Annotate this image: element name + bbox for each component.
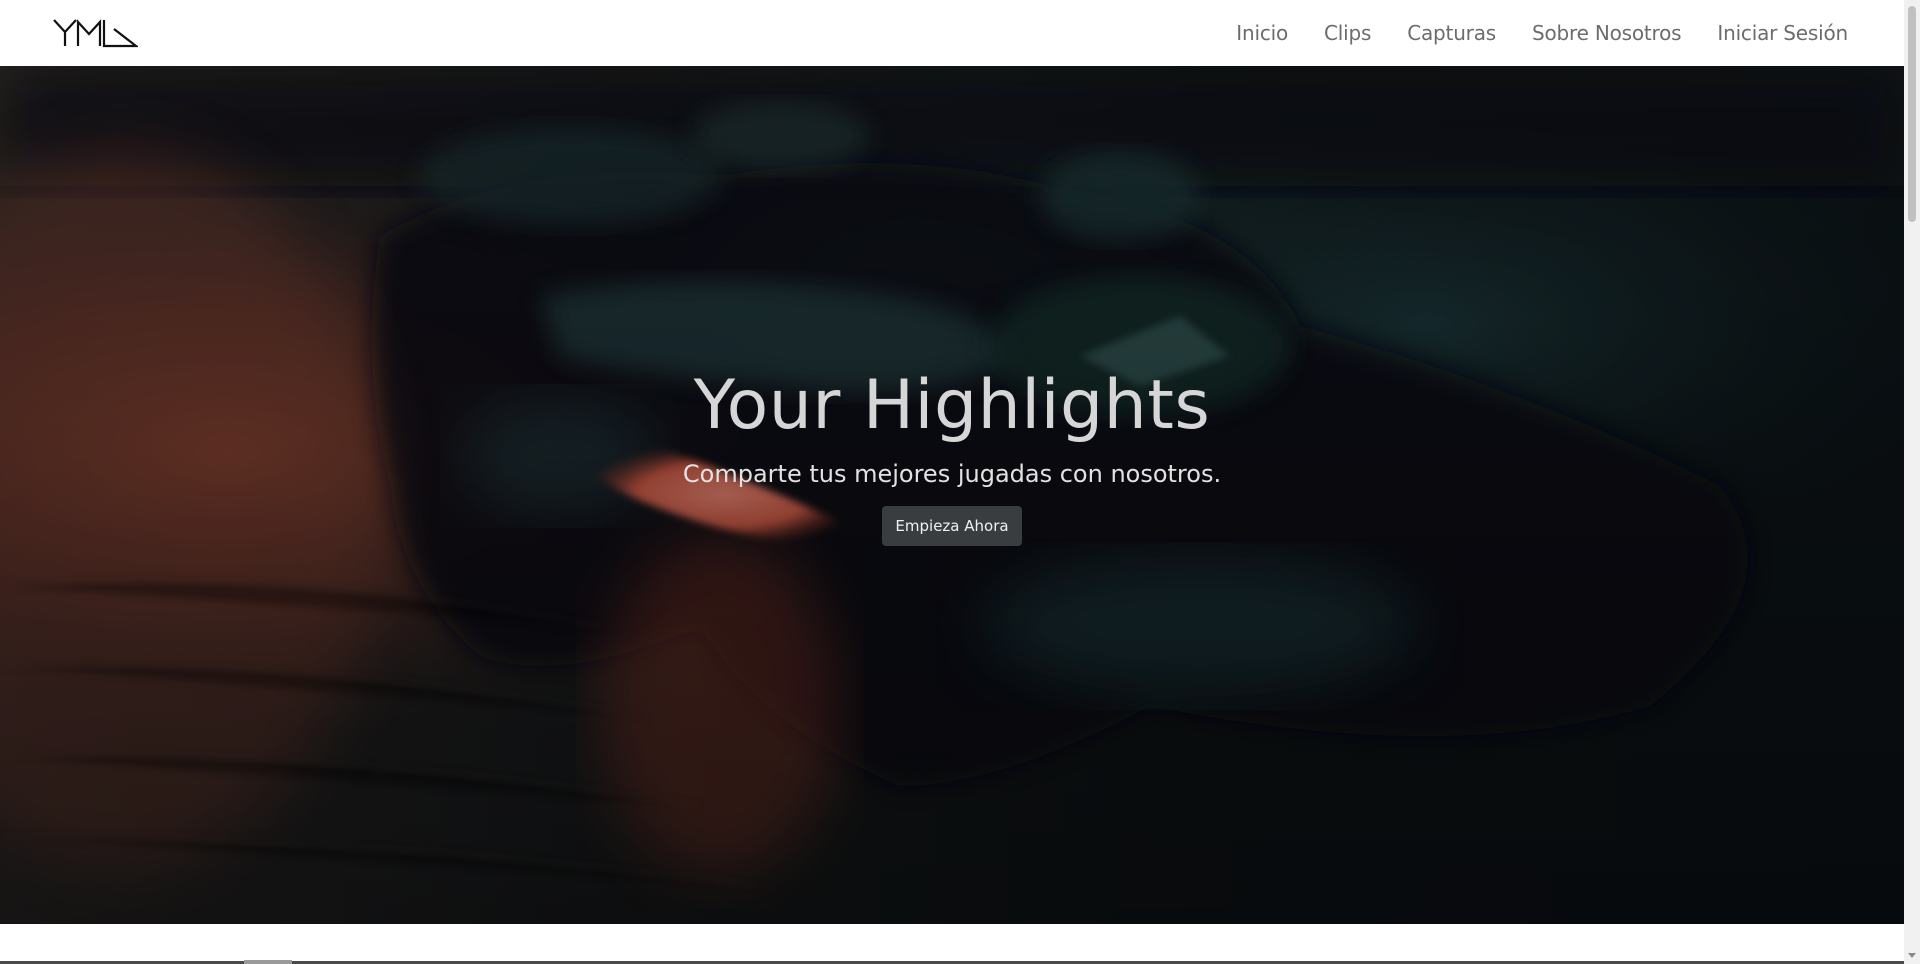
hero-section: Your Highlights Comparte tus mejores jug… <box>0 66 1904 924</box>
next-section <box>0 924 1904 964</box>
nav-link-clips[interactable]: Clips <box>1324 21 1371 45</box>
vertical-scrollbar[interactable] <box>1904 0 1920 964</box>
hero-title: Your Highlights <box>693 366 1211 445</box>
bottom-scroll-marker <box>244 960 292 964</box>
scrollbar-thumb[interactable] <box>1908 6 1916 222</box>
get-started-button[interactable]: Empieza Ahora <box>882 506 1022 546</box>
nav-link-capturas[interactable]: Capturas <box>1407 21 1496 45</box>
navbar: Inicio Clips Capturas Sobre Nosotros Ini… <box>0 0 1904 66</box>
page: Inicio Clips Capturas Sobre Nosotros Ini… <box>0 0 1920 964</box>
hero-content: Your Highlights Comparte tus mejores jug… <box>0 66 1904 924</box>
nav-links: Inicio Clips Capturas Sobre Nosotros Ini… <box>1236 21 1848 45</box>
hero-subtitle: Comparte tus mejores jugadas con nosotro… <box>682 460 1222 488</box>
nav-link-sobre-nosotros[interactable]: Sobre Nosotros <box>1532 21 1682 45</box>
yml-logo-icon <box>53 19 138 48</box>
brand-logo-link[interactable] <box>52 17 138 49</box>
scroll-down-arrow-icon[interactable] <box>1908 953 1916 958</box>
nav-link-iniciar-sesion[interactable]: Iniciar Sesión <box>1717 21 1848 45</box>
nav-link-inicio[interactable]: Inicio <box>1236 21 1288 45</box>
